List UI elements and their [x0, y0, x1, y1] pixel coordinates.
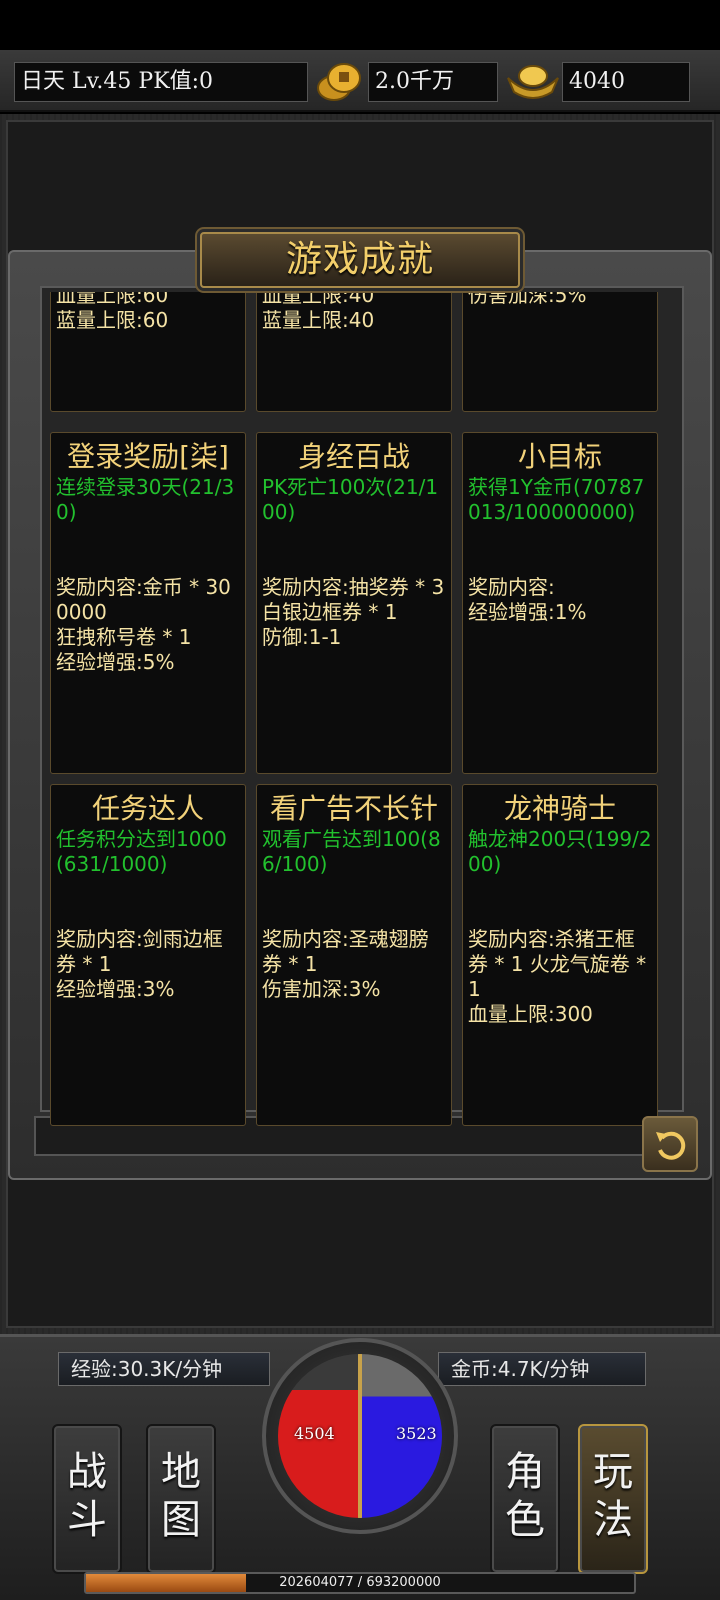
achievement-condition: 获得1Y金币(70787013/100000000) — [468, 475, 645, 524]
achievement-card: 小目标 获得1Y金币(70787013/100000000) 奖励内容: 经验增… — [462, 432, 658, 774]
return-arrow-icon — [656, 1131, 686, 1160]
achievement-title: 看广告不长针 — [269, 792, 438, 825]
achievement-title: 任务达人 — [91, 792, 204, 825]
exp-rate: 经验:30.3K/分钟 — [58, 1352, 270, 1386]
nav-character-label: 角色 — [505, 1449, 545, 1543]
back-button[interactable] — [642, 1116, 698, 1172]
achievement-reward: 奖励内容:剑雨边框券 * 1 经验增强:3% — [56, 927, 223, 1001]
achievement-card: 登录奖励[柒] 连续登录30天(21/30) 奖励内容:金币 * 300000 … — [50, 432, 246, 774]
mp-value: 3523 — [396, 1424, 437, 1443]
top-resource-bar: 日天 Lv.45 PK值:0 2.0千万 4040 — [0, 50, 720, 112]
nav-character-button[interactable]: 角色 — [490, 1424, 560, 1574]
achievement-card-partial: 血量上限:60 蓝量上限:60 — [50, 292, 246, 412]
achievement-reward: 血量上限:60 蓝量上限:60 — [56, 292, 169, 332]
exp-progress-bar: 202604077 / 693200000 — [84, 1572, 636, 1594]
achievement-reward: 奖励内容:抽奖券 * 3 白银边框券 * 1 防御:1-1 — [262, 575, 445, 649]
gold-rate: 金币:4.7K/分钟 — [438, 1352, 646, 1386]
achievement-reward: 奖励内容:圣魂翅膀券 * 1 伤害加深:3% — [262, 927, 429, 1001]
achievement-reward: 血量上限:40 蓝量上限:40 — [262, 292, 375, 332]
panel-title-text: 游戏成就 — [285, 239, 434, 280]
nav-map-button[interactable]: 地图 — [146, 1424, 216, 1574]
system-status-bar — [0, 0, 720, 50]
gold-amount: 2.0千万 — [368, 62, 498, 102]
achievement-card: 任务达人 任务积分达到1000(631/1000) 奖励内容:剑雨边框券 * 1… — [50, 784, 246, 1126]
achievement-condition: PK死亡100次(21/100) — [262, 475, 439, 524]
gold-ingot-icon — [507, 65, 559, 99]
achievement-card: 看广告不长针 观看广告达到100(86/100) 奖励内容:圣魂翅膀券 * 1 … — [256, 784, 452, 1126]
achievement-reward: 奖励内容:杀猪王框券 * 1 火龙气旋卷 * 1 血量上限:300 — [468, 927, 647, 1026]
achievement-card-partial: 伤害加深:5% — [462, 292, 658, 412]
nav-battle-label: 战斗 — [67, 1449, 107, 1543]
panel-title: 游戏成就 — [200, 232, 520, 288]
achievement-card: 龙神骑士 触龙神200只(199/200) 奖励内容:杀猪王框券 * 1 火龙气… — [462, 784, 658, 1126]
hp-mp-orb: 4504 3523 — [262, 1338, 458, 1534]
nav-gameplay-button[interactable]: 玩法 — [578, 1424, 648, 1574]
nav-battle-button[interactable]: 战斗 — [52, 1424, 122, 1574]
achievement-title: 小目标 — [517, 440, 602, 473]
achievement-reward: 伤害加深:5% — [468, 292, 587, 307]
gold-coins-icon — [317, 63, 361, 101]
achievement-reward: 奖励内容:金币 * 300000 狂拽称号卷 * 1 经验增强:5% — [56, 575, 231, 674]
ingot-amount: 4040 — [562, 62, 690, 102]
achievement-list[interactable]: 血量上限:60 蓝量上限:60 血量上限:40 蓝量上限:40 伤害加深:5% … — [48, 292, 672, 1140]
player-info: 日天 Lv.45 PK值:0 — [14, 62, 308, 102]
nav-gameplay-label: 玩法 — [593, 1449, 633, 1543]
achievement-title: 登录奖励[柒] — [67, 440, 229, 473]
achievement-reward: 奖励内容: 经验增强:1% — [468, 575, 587, 624]
achievement-card-partial: 血量上限:40 蓝量上限:40 — [256, 292, 452, 412]
achievement-card: 身经百战 PK死亡100次(21/100) 奖励内容:抽奖券 * 3 白银边框券… — [256, 432, 452, 774]
achievement-title: 龙神骑士 — [503, 792, 616, 825]
achievement-condition: 触龙神200只(199/200) — [468, 827, 652, 876]
achievement-condition: 连续登录30天(21/30) — [56, 475, 235, 524]
exp-progress-text: 202604077 / 693200000 — [279, 1575, 441, 1590]
achievement-condition: 任务积分达到1000(631/1000) — [56, 827, 227, 876]
hp-value: 4504 — [294, 1424, 335, 1443]
achievement-condition: 观看广告达到100(86/100) — [262, 827, 441, 876]
achievement-title: 身经百战 — [297, 440, 410, 473]
nav-map-label: 地图 — [161, 1449, 201, 1543]
